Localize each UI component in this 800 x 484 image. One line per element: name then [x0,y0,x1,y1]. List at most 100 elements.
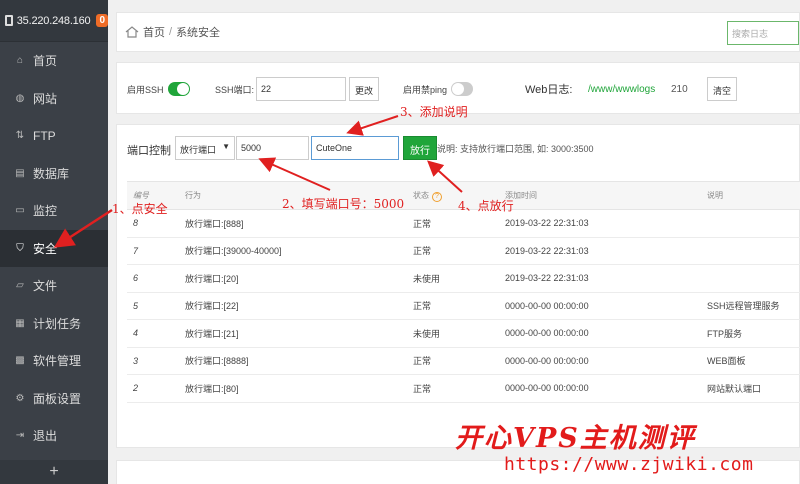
add-button[interactable]: + [0,460,108,484]
ssh-port-input[interactable]: 22 [256,77,347,101]
software-icon: ▩ [15,355,25,367]
breadcrumb: 首页 / 系统安全 搜索日志 [116,12,800,52]
home-icon: ⌂ [16,55,24,67]
dropdown-arrow-icon: ▼ [222,142,230,151]
row-time: 0000-00-00 00:00:00 [505,383,589,394]
sidebar-item-0[interactable]: ⌂ 首页 [0,42,108,80]
header-time: 添加时间 [505,191,537,200]
sidebar-item-label: 首页 [33,54,58,69]
row-id: 6 [133,273,139,284]
port-control-title: 端口控制 [127,145,171,157]
weblog-path[interactable]: /www/wwwlogs [588,84,655,95]
monitor-icon: ▭ [15,205,25,217]
sidebar: 35.220.248.160 0 ⌂ 首页 ◍ 网站 ⇅ FTP ▤ 数据库 ▭ 监控 ⛉ 安全 ▱ 文件… [0,0,108,484]
sidebar-item-1[interactable]: ◍ 网站 [0,80,108,118]
sidebar-item-label: 数据库 [33,166,70,181]
database-icon: ▤ [15,167,25,179]
ssh-enable-label: 启用SSH [127,84,164,95]
shield-icon: ⛉ [16,242,24,254]
weblog-label: Web日志: [525,84,573,96]
table-row: 8 放行端口:[888] 正常 2019-03-22 22:31:03 [127,210,800,238]
table-row: 2 放行端口:[80] 正常 0000-00-00 00:00:00 网站默认端口 [127,375,800,403]
row-action: 放行端口:[8888] [185,356,249,367]
row-note: FTP服务 [707,328,742,339]
globe-icon: ◍ [15,92,25,104]
home-icon[interactable] [125,26,139,38]
row-id: 8 [133,218,139,229]
annotation-2: 2、填写端口号：5000 [282,197,405,211]
row-action: 放行端口:[39000-40000] [185,246,282,257]
sidebar-item-label: FTP [33,128,56,143]
help-icon[interactable]: ? [432,191,442,202]
table-body: 8 放行端口:[888] 正常 2019-03-22 22:31:03 7 放行端口:[3… [127,210,800,403]
table-row: 5 放行端口:[22] 正常 0000-00-00 00:00:00 SSH远程管理服务 [127,293,800,320]
change-port-button[interactable]: 更改 [349,77,380,101]
allow-port-button[interactable]: 放行 [403,136,437,160]
header-note: 说明 [707,191,723,200]
sidebar-item-5[interactable]: ⛉ 安全 [0,229,108,267]
row-id: 2 [133,383,139,394]
port-hint: 说明: 支持放行端口范围, 如: 3000:3500 [437,143,594,154]
monitor-icon [5,15,13,26]
sidebar-item-6[interactable]: ▱ 文件 [0,267,108,305]
breadcrumb-home[interactable]: 首页 [143,24,165,40]
row-status: 正常 [413,301,432,312]
description-input[interactable]: CuteOne [311,136,399,160]
annotation-3: 3、添加说明 [400,105,468,119]
log-search-input[interactable]: 搜索日志 [727,21,799,45]
sidebar-item-label: 文件 [33,279,58,294]
row-note: SSH远程管理服务 [707,301,780,312]
folder-icon: ▱ [16,280,24,292]
table-row: 7 放行端口:[39000-40000] 正常 2019-03-22 22:31:03 [127,238,800,265]
sidebar-item-3[interactable]: ▤ 数据库 [0,155,108,193]
row-action: 放行端口:[20] [185,273,239,284]
row-id: 4 [133,328,139,339]
row-note: WEB面板 [707,356,746,367]
sidebar-item-label: 安全 [33,241,58,256]
ping-label: 启用禁ping [403,84,448,95]
sidebar-item-8[interactable]: ▩ 软件管理 [0,342,108,380]
row-time: 2019-03-22 22:31:03 [505,273,589,284]
row-status: 未使用 [413,273,441,284]
row-action: 放行端口:[80] [185,383,239,394]
sidebar-item-4[interactable]: ▭ 监控 [0,192,108,230]
notification-badge[interactable]: 0 [96,14,108,27]
server-header: 35.220.248.160 0 [0,0,108,42]
breadcrumb-current: 系统安全 [176,27,221,39]
sidebar-item-label: 软件管理 [33,354,82,369]
clear-log-button[interactable]: 清空 [707,77,738,101]
port-control-panel: 端口控制 放行端口 ▼ 5000 CuteOne 放行 说明: 支持放行端口范围,… [116,124,800,448]
table-row: 3 放行端口:[8888] 正常 0000-00-00 00:00:00 WEB面板 [127,348,800,375]
row-status: 正常 [413,383,432,394]
row-id: 3 [133,355,139,366]
sidebar-item-9[interactable]: ⚙ 面板设置 [0,380,108,418]
server-ip: 35.220.248.160 [16,14,91,27]
port-input[interactable]: 5000 [236,136,309,160]
ssh-port-label: SSH端口: [215,84,255,95]
sidebar-item-10[interactable]: ⇥ 退出 [0,417,108,455]
weblog-size: 210 [671,83,688,95]
sidebar-menu: ⌂ 首页 ◍ 网站 ⇅ FTP ▤ 数据库 ▭ 监控 ⛉ 安全 ▱ 文件 ▦ 计划任务 ▩ 软件管理 ⚙ 面板设置 ⇥ 退… [0,42,108,455]
annotation-1: 1、点安全 [112,202,168,216]
row-time: 2019-03-22 22:31:03 [505,218,589,229]
row-action: 放行端口:[888] [185,218,244,229]
sidebar-item-2[interactable]: ⇅ FTP [0,117,108,155]
row-status: 正常 [413,356,432,367]
row-time: 0000-00-00 00:00:00 [505,355,589,366]
row-status: 正常 [413,246,432,257]
ssh-toggle[interactable] [167,82,190,96]
table-row: 4 放行端口:[21] 未使用 0000-00-00 00:00:00 FTP服务 [127,320,800,348]
port-table: 编号 行为 状态? 添加时间 说明 8 放行端口:[888] 正常 2019-03-2… [127,181,800,403]
table-row: 6 放行端口:[20] 未使用 2019-03-22 22:31:03 [127,265,800,293]
watermark-url: https://www.zjwiki.com [504,454,754,475]
ping-toggle[interactable] [451,82,474,96]
port-action-select[interactable]: 放行端口 ▼ [175,136,235,160]
sidebar-item-7[interactable]: ▦ 计划任务 [0,305,108,343]
row-status: 正常 [413,218,432,229]
sidebar-item-label: 计划任务 [33,316,82,331]
task-icon: ▦ [15,317,25,329]
settings-icon: ⚙ [15,392,25,404]
row-id: 7 [133,245,139,256]
row-action: 放行端口:[21] [185,328,239,339]
sidebar-item-label: 网站 [33,91,58,106]
